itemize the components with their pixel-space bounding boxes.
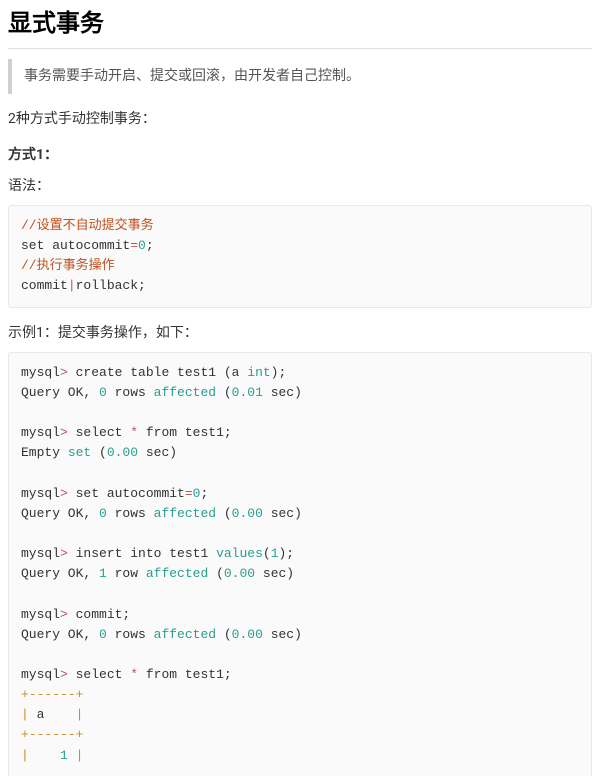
code-block-syntax: //设置不自动提交事务 set autocommit=0; //执行事务操作 c… — [8, 205, 592, 308]
code-block-example1: mysql> create table test1 (a int); Query… — [8, 352, 592, 776]
method1-label: 方式1： — [8, 144, 592, 166]
syntax-label: 语法： — [8, 175, 592, 197]
note-block: 事务需要手动开启、提交或回滚，由开发者自己控制。 — [8, 59, 592, 93]
intro-text: 2种方式手动控制事务： — [8, 108, 592, 130]
example1-label: 示例1：提交事务操作，如下： — [8, 322, 592, 344]
section-heading: 显式事务 — [8, 4, 592, 49]
note-text: 事务需要手动开启、提交或回滚，由开发者自己控制。 — [24, 68, 360, 84]
